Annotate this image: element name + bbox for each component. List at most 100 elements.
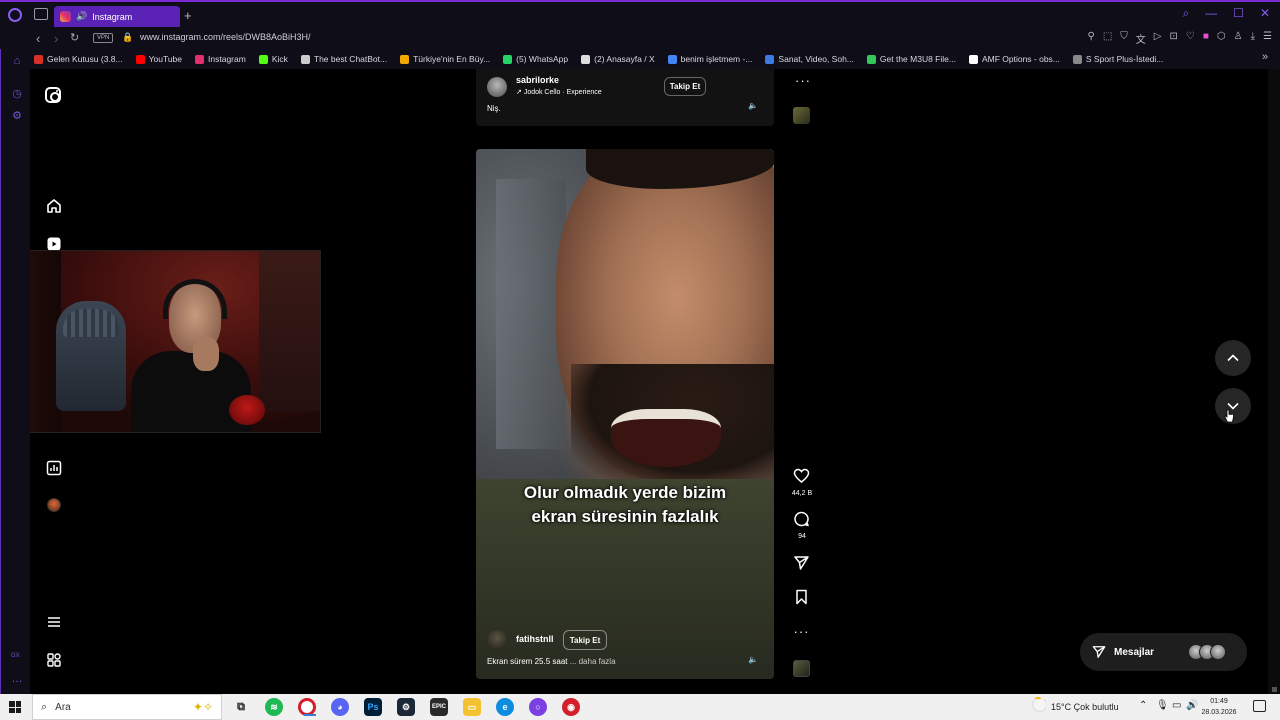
heart-icon[interactable]: ♡ (1186, 31, 1195, 46)
lock-icon[interactable]: 🔒 (122, 32, 133, 43)
more-options-icon[interactable]: ··· (793, 624, 810, 639)
audio-thumbnail[interactable] (793, 107, 810, 124)
share-icon[interactable] (793, 555, 810, 571)
volume-icon[interactable]: 🔈 (748, 655, 758, 664)
home-icon[interactable] (46, 198, 62, 214)
translate-icon[interactable]: 文 (1136, 31, 1146, 46)
apps-icon[interactable] (46, 652, 62, 668)
search-highlight-icon: ✦✧ (192, 700, 213, 714)
microphone-icon[interactable]: 🎙 (1156, 700, 1169, 711)
task-view-icon[interactable]: ⧉ (232, 698, 250, 716)
audio-thumbnail[interactable] (793, 660, 810, 677)
snapshot-icon[interactable]: ⬚ (1103, 31, 1112, 46)
bookmark-instagram[interactable]: Instagram (195, 54, 246, 64)
bookmark-x[interactable]: (2) Anasayfa / X (581, 54, 655, 64)
m3u8-icon (866, 54, 876, 64)
messages-button[interactable]: Mesajlar (1080, 633, 1247, 671)
previous-reel-button[interactable] (1215, 340, 1251, 376)
previous-reel-card[interactable]: sabrilorke ↗ Jodok Cello · Experience Ta… (476, 69, 774, 126)
weather-text[interactable]: 15°C Çok bulutlu (1051, 702, 1119, 712)
bookmark-chatbot[interactable]: The best ChatBot... (300, 54, 387, 64)
chrome-icon[interactable]: ◉ (562, 698, 580, 716)
bookmark-gmail[interactable]: Gelen Kutusu (3.8... (34, 54, 123, 64)
audio-track[interactable]: ↗ Jodok Cello · Experience (516, 88, 602, 96)
play-icon[interactable]: ▷ (1154, 31, 1162, 46)
caption[interactable]: Ekran sürem 25.5 saat ... daha fazla (487, 657, 616, 666)
easy-setup-icon[interactable]: ☰ (1263, 31, 1272, 46)
bookmarks-overflow-icon[interactable]: » (1262, 51, 1272, 63)
dashboard-icon[interactable] (46, 460, 62, 476)
extensions-icon[interactable]: ⬡ (1217, 31, 1226, 46)
system-clock[interactable]: 01:49 28.03.2026 (1200, 696, 1238, 718)
volume-icon[interactable]: 🔊 (1186, 700, 1198, 711)
settings-icon[interactable]: ⚙ (10, 109, 24, 123)
epic-games-icon[interactable]: EPIC (430, 698, 448, 716)
follow-button[interactable]: Takip Et (664, 77, 706, 96)
windows-start-icon[interactable] (9, 701, 21, 713)
bookmark-kick[interactable]: Kick (258, 54, 288, 64)
bookmark-ssport[interactable]: S Sport Plus-İstedi... (1072, 54, 1163, 64)
screenshot-icon[interactable]: ⊡ (1170, 31, 1178, 46)
comment-icon[interactable] (793, 511, 810, 527)
bookmark-youtube[interactable]: YouTube (135, 54, 182, 64)
close-button[interactable]: ✕ (1260, 6, 1270, 21)
bookmark-m3u8[interactable]: Get the M3U8 File... (866, 54, 956, 64)
bookmark-github[interactable]: AMF Options - obs... (968, 54, 1060, 64)
back-button[interactable]: ‹ (36, 31, 40, 46)
bookmark-chat[interactable]: Sanat, Video, Soh... (765, 54, 854, 64)
volume-icon[interactable]: 🔈 (748, 101, 758, 110)
avatar[interactable] (487, 77, 507, 97)
new-tab-button[interactable]: + (184, 9, 192, 22)
gx-extension-icon[interactable]: ■ (1203, 31, 1209, 46)
forward-button[interactable]: › (54, 31, 58, 46)
avatar[interactable] (487, 630, 507, 650)
bookmark-whatsapp[interactable]: (5) WhatsApp (503, 54, 568, 64)
tray-overflow-icon[interactable]: ⌃ (1139, 700, 1147, 711)
steam-icon[interactable]: ⚙ (397, 698, 415, 716)
heart-icon[interactable] (793, 468, 810, 484)
display-icon[interactable]: ▭ (1172, 700, 1181, 711)
opera-gx-taskbar-icon[interactable] (298, 698, 316, 716)
bookmark-icon[interactable] (793, 589, 810, 605)
spotify-icon[interactable]: ≋ (265, 698, 283, 716)
notifications-icon[interactable] (1253, 700, 1266, 712)
discord-icon[interactable]: ◕ (331, 698, 349, 716)
search-tabs-icon[interactable]: ⌕ (1182, 6, 1189, 21)
bookmark-google[interactable]: benim işletmem -... (667, 54, 752, 64)
more-options-icon[interactable]: ··· (795, 73, 811, 88)
reel-video[interactable]: Olur olmadık yerde bizim ekran süresinin… (476, 149, 774, 679)
menu-icon[interactable] (46, 614, 62, 630)
pin-icon[interactable]: ⚲ (1088, 31, 1095, 46)
bookmark-label: Get the M3U8 File... (879, 54, 956, 64)
bookmark-shop[interactable]: Türkiye'nin En Büy... (400, 54, 490, 64)
tab-instagram[interactable]: 🔊 Instagram (54, 6, 180, 27)
sidebar-more-icon[interactable]: … (10, 673, 24, 687)
tab-overview-icon[interactable] (34, 8, 48, 20)
instagram-logo-icon[interactable] (45, 87, 61, 103)
page-scrollbar[interactable] (1268, 69, 1280, 694)
scrollbar-thumb[interactable] (1272, 687, 1277, 692)
vpn-badge[interactable]: VPN (93, 33, 114, 43)
edge-icon[interactable]: e (496, 698, 514, 716)
taskbar-search[interactable]: ⌕ Ara ✦✧ (32, 694, 222, 720)
maximize-button[interactable]: ☐ (1233, 6, 1244, 21)
shield-icon[interactable]: ⛉ (1120, 31, 1128, 46)
app-icon[interactable]: ○ (529, 698, 547, 716)
caption-more-link[interactable]: ... daha fazla (570, 657, 616, 666)
file-explorer-icon[interactable]: ▭ (463, 698, 481, 716)
opera-gx-logo-icon[interactable] (8, 8, 22, 22)
follow-button[interactable]: Takip Et (563, 630, 607, 650)
profile-avatar[interactable] (47, 498, 61, 512)
minimize-button[interactable]: — (1205, 6, 1217, 21)
username[interactable]: sabrilorke (516, 75, 559, 85)
download-icon[interactable]: ⤓ (1251, 31, 1255, 46)
reload-button[interactable]: ↻ (70, 31, 79, 44)
gx-control-icon[interactable]: ⌂ (10, 55, 24, 69)
photoshop-icon[interactable]: Ps (364, 698, 382, 716)
url-field[interactable]: www.instagram.com/reels/DWB8AoBiH3H/ (140, 32, 311, 42)
username[interactable]: fatihstnll (516, 634, 554, 644)
history-icon[interactable]: ◷ (10, 87, 24, 101)
speaker-icon[interactable]: 🔊 (76, 11, 87, 22)
weather-cloud-icon[interactable] (1030, 699, 1046, 713)
account-icon[interactable]: ♙ (1234, 31, 1243, 46)
